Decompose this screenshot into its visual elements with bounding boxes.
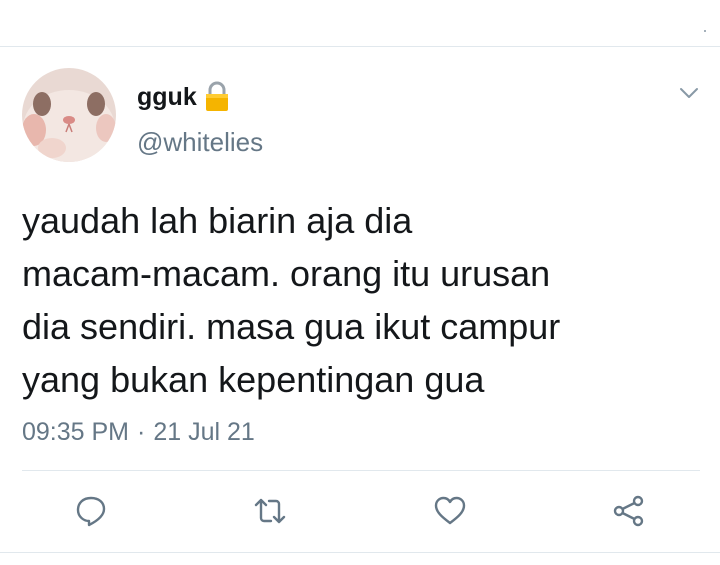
handle[interactable]: @whitelies <box>137 127 263 158</box>
comment-icon <box>74 494 108 528</box>
bottom-divider <box>0 552 720 553</box>
lock-icon <box>204 81 230 113</box>
author-row: gguk <box>137 80 230 114</box>
top-divider <box>0 46 720 47</box>
heart-icon <box>433 494 467 528</box>
share-icon <box>612 494 646 528</box>
chevron-down-icon[interactable] <box>677 84 701 102</box>
tweet-time[interactable]: 09:35 PM <box>22 418 129 447</box>
like-button[interactable] <box>433 494 467 528</box>
action-divider <box>22 470 700 471</box>
tweet-date[interactable]: 21 Jul 21 <box>153 418 254 447</box>
retweet-icon <box>253 494 287 528</box>
timestamp-separator: · <box>137 418 146 446</box>
timestamp: 09:35 PM · 21 Jul 21 <box>22 418 255 447</box>
tweet-text: yaudah lah biarin aja dia macam-macam. o… <box>22 200 561 400</box>
display-name[interactable]: gguk <box>137 83 197 112</box>
share-button[interactable] <box>612 494 646 528</box>
reply-button[interactable] <box>74 494 108 528</box>
corner-dot <box>704 30 706 32</box>
retweet-button[interactable] <box>253 494 287 528</box>
avatar[interactable] <box>22 68 116 162</box>
